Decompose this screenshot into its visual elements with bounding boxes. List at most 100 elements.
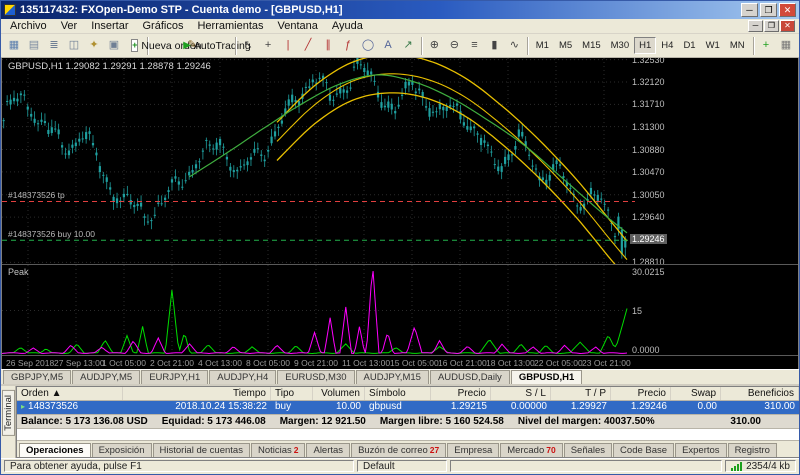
navigator-button[interactable]: ✦ — [84, 36, 104, 56]
terminal-tab-badge: 27 — [430, 445, 439, 455]
terminal-tab-badge: 70 — [546, 445, 555, 455]
column-header-orden[interactable]: Orden ▲ — [17, 387, 123, 400]
timeframe-mn-button[interactable]: MN — [725, 37, 750, 54]
zoom-in-button[interactable]: ⊕ — [424, 36, 444, 56]
templates-button[interactable]: ▦ — [776, 36, 796, 56]
mt4-window: 135117432: FXOpen-Demo STP - Cuenta demo… — [0, 0, 800, 475]
menu-item-ventana[interactable]: Ventana — [271, 20, 325, 32]
minimize-button[interactable]: ─ — [741, 3, 758, 17]
order-row[interactable]: ▸1483735262018.10.24 15:38:22buy10.00gbp… — [17, 401, 799, 414]
timeframe-m15-button[interactable]: M15 — [577, 37, 605, 54]
timeframe-m1-button[interactable]: M1 — [531, 37, 554, 54]
summary-margen: Margen: 12 921.50 — [280, 416, 366, 427]
terminal-tab-buz-n-de-correo[interactable]: Buzón de correo27 — [351, 443, 446, 457]
terminal-side-tab[interactable]: Terminal — [1, 386, 16, 458]
zoom-out-icon: ⊖ — [450, 40, 459, 51]
column-header-volumen[interactable]: Volumen — [313, 387, 365, 400]
order-cell-orden: ▸148373526 — [17, 401, 123, 414]
candles-chart-button[interactable]: ▮ — [484, 36, 504, 56]
column-header-s-mbolo[interactable]: Símbolo — [365, 387, 431, 400]
indicator-canvas[interactable] — [2, 265, 798, 355]
terminal-tab-expertos[interactable]: Expertos — [675, 443, 727, 457]
terminal-tab-se-ales[interactable]: Señales — [564, 443, 612, 457]
chart-close-button[interactable]: ✕ — [780, 20, 795, 32]
new-chart-icon: ▦ — [9, 40, 19, 51]
menu-item-archivo[interactable]: Archivo — [3, 20, 54, 32]
new-chart-button[interactable]: ▦ — [4, 36, 24, 56]
terminal-tab-exposici-n[interactable]: Exposición — [92, 443, 152, 457]
price-axis-label: 1.29640 — [632, 212, 665, 222]
chart-tab-gbpusd-h1[interactable]: GBPUSD,H1 — [511, 370, 582, 384]
menu-item-herramientas[interactable]: Herramientas — [190, 20, 270, 32]
terminal-tab-empresa[interactable]: Empresa — [447, 443, 499, 457]
chart-tab-audusd-daily[interactable]: AUDUSD,Daily — [430, 370, 510, 384]
menu-item-ayuda[interactable]: Ayuda — [325, 20, 370, 32]
line-chart-button[interactable]: ∿ — [504, 36, 524, 56]
terminal-button[interactable]: ▣ — [104, 36, 124, 56]
indicators-icon: + — [763, 40, 769, 51]
bars-chart-button[interactable]: ≡ — [464, 36, 484, 56]
crosshair-button[interactable]: + — [258, 36, 278, 56]
timeframe-h1-button[interactable]: H1 — [634, 37, 656, 54]
arrow-button[interactable]: ↗ — [398, 36, 418, 56]
timeframe-h4-button[interactable]: H4 — [656, 37, 678, 54]
zoom-out-button[interactable]: ⊖ — [444, 36, 464, 56]
terminal-tab-code-base[interactable]: Code Base — [613, 443, 674, 457]
column-header-tipo[interactable]: Tipo — [271, 387, 313, 400]
chart-tab-audjpy-m15[interactable]: AUDJPY,M15 — [356, 370, 429, 384]
timeframe-m30-button[interactable]: M30 — [606, 37, 634, 54]
new-order-button[interactable]: +Nueva orden — [150, 36, 182, 56]
order-cell-precio: 1.29246 — [611, 401, 671, 414]
vline-button[interactable]: | — [278, 36, 298, 56]
terminal-tab-alertas[interactable]: Alertas — [306, 443, 350, 457]
shapes-button[interactable]: ◯ — [358, 36, 378, 56]
text-button[interactable]: A — [378, 36, 398, 56]
peak-magenta-line — [2, 271, 627, 353]
menu-item-gr-ficos[interactable]: Gráficos — [136, 20, 191, 32]
timeframe-m5-button[interactable]: M5 — [554, 37, 577, 54]
cursor-button[interactable]: ↖ — [238, 36, 258, 56]
column-header-tiempo[interactable]: Tiempo — [123, 387, 271, 400]
column-header-precio[interactable]: Precio — [431, 387, 491, 400]
connection-bars-icon — [731, 462, 742, 471]
chart-tab-audjpy-m5[interactable]: AUDJPY,M5 — [72, 370, 140, 384]
chart-tab-gbpjpy-m5[interactable]: GBPJPY,M5 — [3, 370, 71, 384]
channel-button[interactable]: ∥ — [318, 36, 338, 56]
window-title: 135117432: FXOpen-Demo STP - Cuenta demo… — [20, 4, 741, 16]
indicator-pane[interactable]: Peak 30.0215150.0000 — [2, 264, 798, 355]
fibo-button[interactable]: ƒ — [338, 36, 358, 56]
chart-tab-eurusd-m30[interactable]: EURUSD,M30 — [277, 370, 354, 384]
terminal-tab-historial-de-cuentas[interactable]: Historial de cuentas — [153, 443, 250, 457]
autotrading-button[interactable]: ▶AutoTrading — [202, 36, 232, 56]
terminal-tab-registro[interactable]: Registro — [728, 443, 777, 457]
timeframe-d1-button[interactable]: D1 — [678, 37, 700, 54]
chart-minimize-button[interactable]: ─ — [748, 20, 763, 32]
timeframe-w1-button[interactable]: W1 — [701, 37, 725, 54]
data-window-button[interactable]: ◫ — [64, 36, 84, 56]
market-watch-button[interactable]: ≣ — [44, 36, 64, 56]
terminal-tab-badge: 2 — [294, 445, 299, 455]
price-chart-canvas[interactable] — [2, 58, 798, 264]
chart-restore-button[interactable]: ❐ — [764, 20, 779, 32]
channel-lower-line — [277, 93, 627, 264]
column-header-precio[interactable]: Precio — [611, 387, 671, 400]
menu-item-ver[interactable]: Ver — [54, 20, 85, 32]
price-axis-label: 1.30050 — [632, 190, 665, 200]
terminal-tab-operaciones[interactable]: Operaciones — [19, 443, 91, 457]
profiles-button[interactable]: ▤ — [24, 36, 44, 56]
status-profile[interactable]: Default — [357, 460, 447, 472]
column-header-t-p[interactable]: T / P — [551, 387, 611, 400]
trendline-button[interactable]: ╱ — [298, 36, 318, 56]
menu-item-insertar[interactable]: Insertar — [84, 20, 135, 32]
chart-tab-eurjpy-h1[interactable]: EURJPY,H1 — [141, 370, 208, 384]
terminal-tab-mercado[interactable]: Mercado70 — [500, 443, 562, 457]
restore-button[interactable]: ❐ — [760, 3, 777, 17]
price-pane[interactable]: GBPUSD,H1 1.29082 1.29291 1.28878 1.2924… — [2, 58, 798, 264]
column-header-swap[interactable]: Swap — [671, 387, 721, 400]
column-header-s-l[interactable]: S / L — [491, 387, 551, 400]
close-button[interactable]: ✕ — [779, 3, 796, 17]
chart-tab-audjpy-h4[interactable]: AUDJPY,H4 — [209, 370, 276, 384]
terminal-tab-noticias[interactable]: Noticias2 — [251, 443, 306, 457]
column-header-beneficios[interactable]: Beneficios — [721, 387, 799, 400]
indicators-button[interactable]: + — [756, 36, 776, 56]
